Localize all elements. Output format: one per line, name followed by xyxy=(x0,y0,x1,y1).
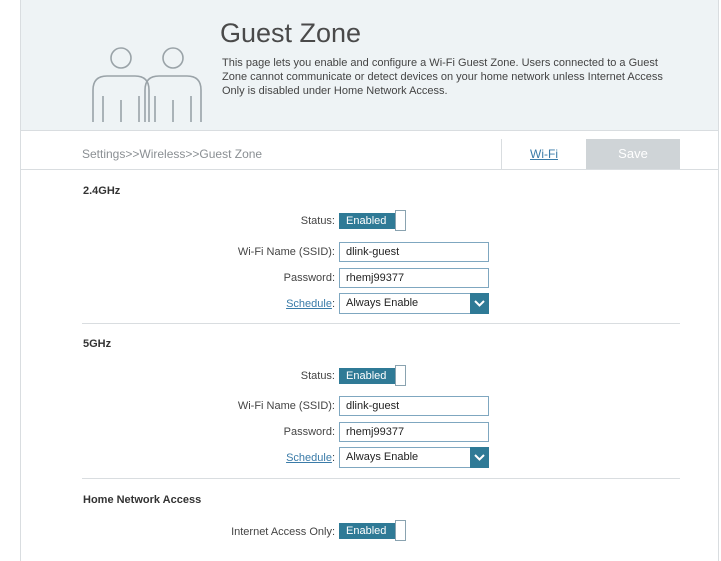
toggle-knob xyxy=(395,365,406,386)
password-label-5ghz: Password: xyxy=(283,426,335,438)
app-frame: Guest Zone This page lets you enable and… xyxy=(20,0,719,561)
save-button[interactable]: Save xyxy=(586,139,680,169)
ssid-input-24ghz[interactable]: dlink-guest xyxy=(339,242,489,262)
status-label-24ghz: Status: xyxy=(300,215,335,227)
status-toggle-5ghz[interactable]: Enabled xyxy=(339,365,407,386)
schedule-link-5ghz[interactable]: Schedule xyxy=(286,452,332,464)
internet-only-label: Internet Access Only: xyxy=(231,526,335,538)
wifi-link[interactable]: Wi-Fi xyxy=(501,139,586,169)
section-title-5ghz: 5GHz xyxy=(83,338,112,350)
chevron-down-icon[interactable] xyxy=(470,293,489,314)
status-toggle-24ghz[interactable]: Enabled xyxy=(339,210,407,231)
page-title: Guest Zone xyxy=(220,18,362,48)
people-icon xyxy=(92,47,202,122)
ssid-label-24ghz: Wi-Fi Name (SSID): xyxy=(237,246,335,258)
ssid-input-5ghz[interactable]: dlink-guest xyxy=(339,396,489,416)
toggle-state: Enabled xyxy=(339,368,395,384)
schedule-label-5ghz: Schedule: xyxy=(286,452,335,464)
toggle-state: Enabled xyxy=(339,523,395,539)
toggle-state: Enabled xyxy=(339,213,395,229)
schedule-value-24ghz: Always Enable xyxy=(346,297,419,309)
schedule-colon: : xyxy=(331,298,335,310)
schedule-value-5ghz: Always Enable xyxy=(346,451,419,463)
schedule-link-24ghz[interactable]: Schedule xyxy=(286,298,332,310)
section-divider xyxy=(82,478,680,479)
chevron-down-icon[interactable] xyxy=(470,447,489,468)
schedule-select-24ghz[interactable]: Always Enable xyxy=(339,293,489,314)
ssid-label-5ghz: Wi-Fi Name (SSID): xyxy=(237,400,335,412)
page-header: Guest Zone This page lets you enable and… xyxy=(21,0,718,131)
breadcrumb-bar: Settings>>Wireless>>Guest Zone Wi-Fi Sav… xyxy=(21,139,718,170)
schedule-select-5ghz[interactable]: Always Enable xyxy=(339,447,489,468)
section-title-home-network: Home Network Access xyxy=(83,494,202,506)
toggle-knob xyxy=(395,210,406,231)
toggle-knob xyxy=(395,520,406,541)
schedule-colon: : xyxy=(331,452,335,464)
schedule-label-24ghz: Schedule: xyxy=(286,298,335,310)
section-title-24ghz: 2.4GHz xyxy=(83,185,121,197)
page-description: This page lets you enable and configure … xyxy=(222,57,663,97)
password-input-5ghz[interactable]: rhemj99377 xyxy=(339,422,489,442)
breadcrumb: Settings>>Wireless>>Guest Zone xyxy=(82,147,263,161)
status-label-5ghz: Status: xyxy=(300,370,335,382)
password-input-24ghz[interactable]: rhemj99377 xyxy=(339,268,489,288)
password-label-24ghz: Password: xyxy=(283,272,335,284)
section-divider xyxy=(82,323,680,324)
internet-only-toggle[interactable]: Enabled xyxy=(339,520,407,541)
